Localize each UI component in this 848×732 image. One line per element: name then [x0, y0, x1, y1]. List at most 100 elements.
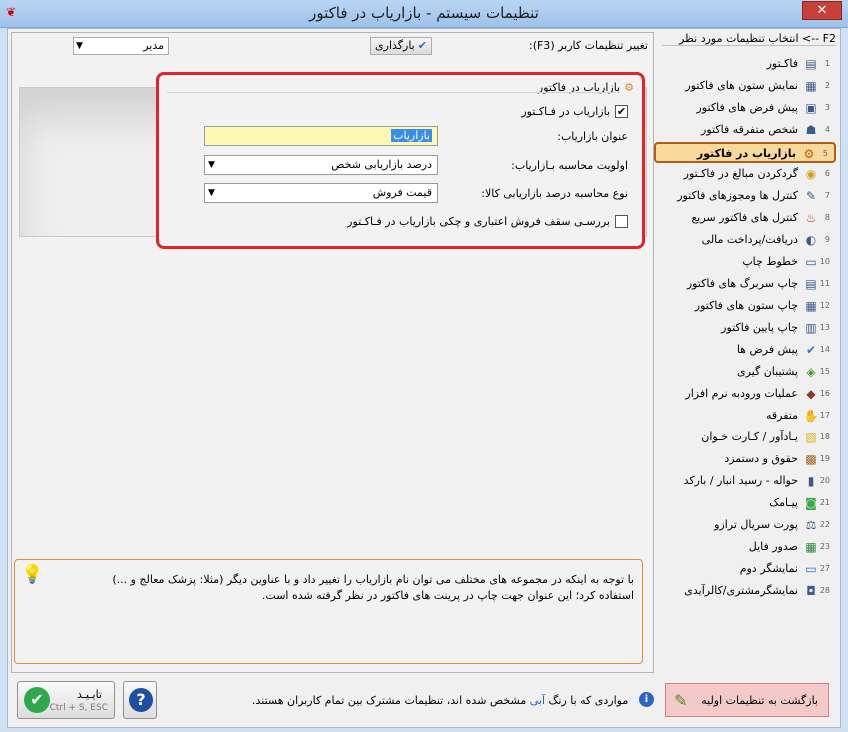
marketer-title-value: بازاریاب — [391, 129, 432, 142]
sidebar-item-label: چاپ ستون های فاکتور — [694, 298, 798, 312]
user-settings-label: تغییر تنظیمات کاربر (F3): — [528, 39, 648, 52]
sidebar-item[interactable]: 6 ◉ گردکردن مبالغ در فاکـتور — [654, 164, 836, 185]
sidebar-item[interactable]: 16 ◆ عملیات ورودبه نرم افزار — [654, 384, 836, 405]
sidebar-item-label: متفرقه — [765, 408, 798, 422]
sidebar-header: F2 --> انتخاب تنظیمات مورد نظر — [662, 32, 836, 46]
sidebar-item-label: کنترل ها ومجوزهای فاکتور — [677, 188, 798, 202]
bottom-bar: ✔ تایـیـد Ctrl + S, ESC ? مواردی که با ر… — [11, 677, 838, 725]
login-icon: ◆ — [806, 386, 816, 401]
sidebar-item[interactable]: 1 ▤ فاکـتور — [654, 54, 836, 75]
sidebar-item[interactable]: 13 ▥ چاپ پایین فاکتور — [654, 318, 836, 339]
user-select[interactable]: مدیر ▼ — [73, 37, 169, 55]
backup-icon: ◈ — [806, 364, 816, 379]
calc-type-select[interactable]: قیمت فروش ▼ — [204, 183, 438, 203]
sidebar-item[interactable]: 12 ▦ چاپ ستون های فاکتور — [654, 296, 836, 317]
credit-check-checkbox[interactable] — [615, 215, 628, 228]
sidebar-item-number: 5 — [822, 148, 828, 158]
defaults-icon: ▣ — [805, 100, 817, 115]
sidebar-item-number: 3 — [824, 102, 830, 112]
reset-label: بازگشت به تنظیمات اولیه — [701, 694, 818, 707]
sidebar-item[interactable]: 14 ✔ پیش فرض ها — [654, 340, 836, 361]
sidebar-item[interactable]: 21 ◙ پیـامک — [654, 493, 836, 514]
load-button[interactable]: ✔بارگذاری — [370, 37, 432, 55]
monitor-icon: ▭ — [805, 562, 817, 577]
confirm-button[interactable]: ✔ تایـیـد Ctrl + S, ESC — [17, 681, 115, 719]
sidebar-item-number: 14 — [819, 344, 830, 354]
marketer-title-input[interactable]: بازاریاب — [204, 126, 438, 146]
sidebar-item[interactable]: 23 ▦ صدور فایل — [654, 537, 836, 558]
sidebar-item[interactable]: 28 ◘ نمایشگرمشتری/کالرآیدی — [654, 581, 836, 602]
sidebar-item-label: عملیات ورودبه نرم افزار — [685, 386, 798, 400]
sidebar-item[interactable]: 18 ▧ یـادآور / کـارت خـوان — [654, 427, 836, 448]
marketer-enable-checkbox[interactable]: ✔ — [615, 105, 628, 118]
chevron-down-icon: ▼ — [208, 160, 215, 170]
note-text-start: مواردی که با رنگ — [548, 694, 629, 707]
sidebar-item-number: 23 — [819, 542, 830, 552]
sidebar-item-label: پورت سریال ترازو — [714, 518, 798, 532]
sidebar-item-number: 22 — [819, 520, 830, 530]
user-select-value: مدیر — [143, 39, 164, 52]
priority-value: درصد بازاریابی شخص — [331, 158, 432, 171]
sidebar-item[interactable]: 7 ✎ کنترل ها ومجوزهای فاکتور — [654, 186, 836, 207]
marketer-icon: ⚙ — [624, 81, 634, 94]
sidebar-item[interactable]: 8 ♨ کنترل های فاکتور سریع — [654, 208, 836, 229]
columns-icon: ▦ — [805, 298, 817, 313]
calc-type-value: قیمت فروش — [372, 186, 432, 199]
sidebar-item-label: یـادآور / کـارت خـوان — [701, 430, 798, 444]
confirm-label: تایـیـد — [76, 688, 102, 701]
sidebar-item[interactable]: 22 ⚖ پورت سریال ترازو — [654, 515, 836, 536]
settings-sidebar: F2 --> انتخاب تنظیمات مورد نظر 1 ▤ فاکـتور… — [654, 32, 838, 673]
sidebar-item[interactable]: 27 ▭ نمایشگر دوم — [654, 559, 836, 580]
notes-icon: ▧ — [805, 430, 817, 445]
help-button[interactable]: ? — [123, 681, 157, 719]
edit-icon: ✎ — [805, 188, 817, 203]
sidebar-item-number: 7 — [824, 190, 830, 200]
sidebar-item-number: 16 — [819, 388, 830, 398]
sidebar-item[interactable]: 17 ✋ متفرقه — [654, 406, 836, 427]
sidebar-item-number: 9 — [824, 234, 830, 244]
sidebar-item-number: 13 — [819, 322, 830, 332]
sidebar-item[interactable]: 19 ▩ حقوق و دستمزد — [654, 449, 836, 470]
sidebar-item-label: چاپ سربرگ های فاکتور — [686, 276, 798, 290]
sidebar-item[interactable]: 10 ▭ خطوط چاپ — [654, 252, 836, 273]
sidebar-item[interactable]: 2 ▦ نمایش ستون های فاکتور — [654, 76, 836, 97]
sidebar-item-label: فاکـتور — [766, 57, 798, 70]
close-button[interactable]: ✕ — [802, 1, 842, 20]
sidebar-item-label: پیـامک — [769, 496, 798, 510]
payroll-icon: ▩ — [805, 452, 817, 467]
sidebar-item-number: 12 — [819, 300, 830, 310]
sidebar-item[interactable]: 4 ☗ شخص متفرقه فاکتور — [654, 120, 836, 141]
sidebar-item[interactable]: 3 ▣ پیش فرض های فاکتور — [654, 98, 836, 119]
sidebar-item-number: 27 — [819, 564, 830, 574]
misc-icon: ✋ — [803, 408, 819, 423]
reset-defaults-button[interactable]: بازگشت به تنظیمات اولیه ✎ — [665, 683, 829, 717]
person-icon: ☗ — [805, 122, 817, 137]
sidebar-item[interactable]: 5 ⚙ بازاریاب در فاکتور — [654, 141, 836, 163]
columns-icon: ▦ — [805, 78, 817, 93]
note-text-end: مشخص شده اند، تنظیمات مشترک بین تمام کار… — [252, 694, 527, 707]
check-icon: ✔ — [417, 39, 427, 52]
sidebar-item-number: 8 — [824, 212, 830, 222]
sidebar-item-number: 19 — [819, 454, 830, 464]
invoice-icon: ▤ — [805, 57, 817, 71]
sidebar-item-number: 6 — [824, 168, 830, 178]
sidebar-item-number: 20 — [819, 476, 830, 486]
sidebar-item-label: کنترل های فاکتور سریع — [691, 210, 798, 224]
sidebar-item[interactable]: 11 ▤ چاپ سربرگ های فاکتور — [654, 274, 836, 295]
priority-select[interactable]: درصد بازاریابی شخص ▼ — [204, 155, 438, 175]
info-icon: i — [639, 692, 654, 707]
scale-icon: ⚖ — [805, 518, 817, 533]
barcode-icon: ▮ — [807, 474, 815, 489]
note-text-blue: آبی — [529, 694, 546, 707]
sidebar-item-label: نمایشگرمشتری/کالرآیدی — [684, 584, 798, 598]
sidebar-item-label: دریافت/پرداخت مالی — [701, 232, 798, 246]
sidebar-item-number: 21 — [819, 498, 830, 508]
sidebar-item[interactable]: 9 ◐ دریافت/پرداخت مالی — [654, 230, 836, 251]
sidebar-item-number: 11 — [819, 278, 830, 288]
chevron-down-icon: ▼ — [208, 188, 215, 198]
sidebar-item-label: نمایشگر دوم — [739, 562, 798, 576]
sidebar-item[interactable]: 15 ◈ پشتیبان گیری — [654, 362, 836, 383]
sidebar-item-label: شخص متفرقه فاکتور — [701, 122, 798, 136]
hint-box: 💡 با توجه به اینکه در مجموعه های مختلف م… — [14, 559, 643, 664]
sidebar-item[interactable]: 20 ▮ حواله - رسید انبار / بارکد — [654, 471, 836, 492]
